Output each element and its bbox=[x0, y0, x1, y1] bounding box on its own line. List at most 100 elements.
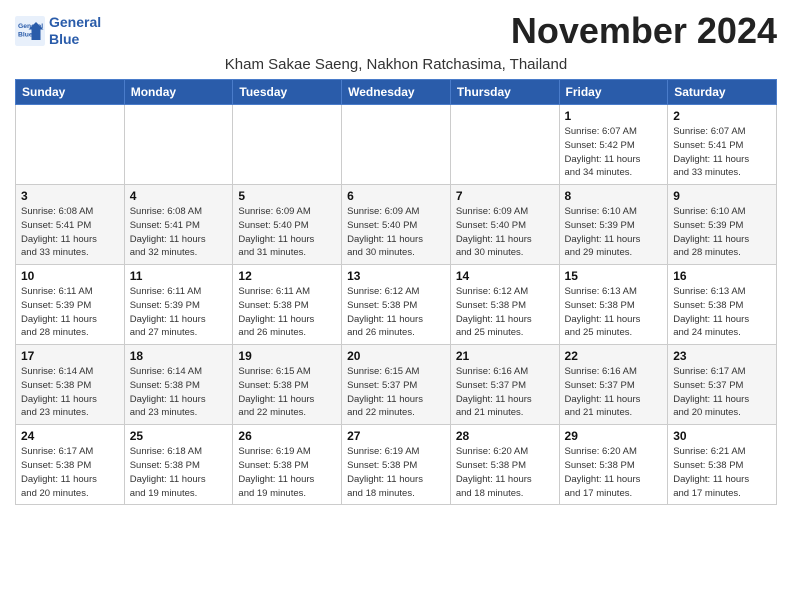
day-number: 9 bbox=[673, 189, 771, 203]
day-cell: 26 Sunrise: 6:19 AM Sunset: 5:38 PM Dayli… bbox=[233, 425, 342, 505]
day-number: 25 bbox=[130, 429, 228, 443]
day-info: Sunrise: 6:08 AM Sunset: 5:41 PM Dayligh… bbox=[130, 205, 228, 260]
day-info: Sunrise: 6:19 AM Sunset: 5:38 PM Dayligh… bbox=[238, 445, 336, 500]
day-info: Sunrise: 6:15 AM Sunset: 5:37 PM Dayligh… bbox=[347, 365, 445, 420]
day-number: 6 bbox=[347, 189, 445, 203]
calendar-body: 1 Sunrise: 6:07 AM Sunset: 5:42 PM Daylig… bbox=[16, 105, 777, 505]
svg-text:Blue: Blue bbox=[18, 31, 33, 38]
day-cell: 14 Sunrise: 6:12 AM Sunset: 5:38 PM Dayli… bbox=[450, 265, 559, 345]
day-info: Sunrise: 6:18 AM Sunset: 5:38 PM Dayligh… bbox=[130, 445, 228, 500]
day-number: 4 bbox=[130, 189, 228, 203]
day-cell: 15Sunrise: 6:13 AM Sunset: 5:38 PM Dayli… bbox=[559, 265, 668, 345]
logo-text-general: General bbox=[49, 14, 101, 31]
day-number: 26 bbox=[238, 429, 336, 443]
day-cell: 23Sunrise: 6:17 AM Sunset: 5:37 PM Dayli… bbox=[668, 345, 777, 425]
day-cell: 28 Sunrise: 6:20 AM Sunset: 5:38 PM Dayli… bbox=[450, 425, 559, 505]
weekday-header-wednesday: Wednesday bbox=[342, 80, 451, 105]
day-cell bbox=[233, 105, 342, 185]
day-info: Sunrise: 6:10 AM Sunset: 5:39 PM Dayligh… bbox=[673, 205, 771, 260]
day-number: 3 bbox=[21, 189, 119, 203]
day-number: 7 bbox=[456, 189, 554, 203]
day-info: Sunrise: 6:20 AM Sunset: 5:38 PM Dayligh… bbox=[456, 445, 554, 500]
day-info: Sunrise: 6:15 AM Sunset: 5:38 PM Dayligh… bbox=[238, 365, 336, 420]
day-info: Sunrise: 6:10 AM Sunset: 5:39 PM Dayligh… bbox=[565, 205, 663, 260]
weekday-header-thursday: Thursday bbox=[450, 80, 559, 105]
logo-icon: General Blue bbox=[15, 16, 45, 46]
day-cell: 21Sunrise: 6:16 AM Sunset: 5:37 PM Dayli… bbox=[450, 345, 559, 425]
day-cell: 5 Sunrise: 6:09 AM Sunset: 5:40 PM Daylig… bbox=[233, 185, 342, 265]
day-cell: 17 Sunrise: 6:14 AM Sunset: 5:38 PM Dayli… bbox=[16, 345, 125, 425]
day-info: Sunrise: 6:09 AM Sunset: 5:40 PM Dayligh… bbox=[238, 205, 336, 260]
day-number: 19 bbox=[238, 349, 336, 363]
day-cell: 27 Sunrise: 6:19 AM Sunset: 5:38 PM Dayli… bbox=[342, 425, 451, 505]
weekday-header-saturday: Saturday bbox=[668, 80, 777, 105]
weekday-header-row: SundayMondayTuesdayWednesdayThursdayFrid… bbox=[16, 80, 777, 105]
week-row-4: 17 Sunrise: 6:14 AM Sunset: 5:38 PM Dayli… bbox=[16, 345, 777, 425]
day-cell: 29 Sunrise: 6:20 AM Sunset: 5:38 PM Dayli… bbox=[559, 425, 668, 505]
weekday-header-sunday: Sunday bbox=[16, 80, 125, 105]
day-number: 14 bbox=[456, 269, 554, 283]
day-info: Sunrise: 6:19 AM Sunset: 5:38 PM Dayligh… bbox=[347, 445, 445, 500]
day-cell: 30Sunrise: 6:21 AM Sunset: 5:38 PM Dayli… bbox=[668, 425, 777, 505]
day-info: Sunrise: 6:07 AM Sunset: 5:42 PM Dayligh… bbox=[565, 125, 663, 180]
day-number: 13 bbox=[347, 269, 445, 283]
week-row-3: 10 Sunrise: 6:11 AM Sunset: 5:39 PM Dayli… bbox=[16, 265, 777, 345]
day-cell: 4 Sunrise: 6:08 AM Sunset: 5:41 PM Daylig… bbox=[124, 185, 233, 265]
day-info: Sunrise: 6:08 AM Sunset: 5:41 PM Dayligh… bbox=[21, 205, 119, 260]
logo-text-blue: Blue bbox=[49, 31, 101, 48]
day-number: 2 bbox=[673, 109, 771, 123]
day-info: Sunrise: 6:11 AM Sunset: 5:38 PM Dayligh… bbox=[238, 285, 336, 340]
day-info: Sunrise: 6:11 AM Sunset: 5:39 PM Dayligh… bbox=[21, 285, 119, 340]
day-cell: 13 Sunrise: 6:12 AM Sunset: 5:38 PM Dayli… bbox=[342, 265, 451, 345]
day-cell bbox=[16, 105, 125, 185]
day-info: Sunrise: 6:09 AM Sunset: 5:40 PM Dayligh… bbox=[347, 205, 445, 260]
day-number: 20 bbox=[347, 349, 445, 363]
day-number: 24 bbox=[21, 429, 119, 443]
day-number: 5 bbox=[238, 189, 336, 203]
weekday-header-tuesday: Tuesday bbox=[233, 80, 342, 105]
day-cell: 11Sunrise: 6:11 AM Sunset: 5:39 PM Dayli… bbox=[124, 265, 233, 345]
day-cell: 7 Sunrise: 6:09 AM Sunset: 5:40 PM Daylig… bbox=[450, 185, 559, 265]
day-number: 29 bbox=[565, 429, 663, 443]
day-info: Sunrise: 6:07 AM Sunset: 5:41 PM Dayligh… bbox=[673, 125, 771, 180]
day-info: Sunrise: 6:16 AM Sunset: 5:37 PM Dayligh… bbox=[565, 365, 663, 420]
day-info: Sunrise: 6:09 AM Sunset: 5:40 PM Dayligh… bbox=[456, 205, 554, 260]
logo: General Blue General Blue bbox=[15, 14, 101, 48]
week-row-5: 24 Sunrise: 6:17 AM Sunset: 5:38 PM Dayli… bbox=[16, 425, 777, 505]
day-cell bbox=[342, 105, 451, 185]
weekday-header-monday: Monday bbox=[124, 80, 233, 105]
day-cell: 19 Sunrise: 6:15 AM Sunset: 5:38 PM Dayli… bbox=[233, 345, 342, 425]
day-number: 30 bbox=[673, 429, 771, 443]
day-number: 27 bbox=[347, 429, 445, 443]
day-cell bbox=[124, 105, 233, 185]
day-info: Sunrise: 6:20 AM Sunset: 5:38 PM Dayligh… bbox=[565, 445, 663, 500]
day-info: Sunrise: 6:12 AM Sunset: 5:38 PM Dayligh… bbox=[347, 285, 445, 340]
day-number: 18 bbox=[130, 349, 228, 363]
day-number: 17 bbox=[21, 349, 119, 363]
day-cell: 6 Sunrise: 6:09 AM Sunset: 5:40 PM Daylig… bbox=[342, 185, 451, 265]
day-number: 11 bbox=[130, 269, 228, 283]
month-title: November 2024 bbox=[511, 10, 777, 52]
day-number: 1 bbox=[565, 109, 663, 123]
day-cell: 9 Sunrise: 6:10 AM Sunset: 5:39 PM Daylig… bbox=[668, 185, 777, 265]
day-cell: 8Sunrise: 6:10 AM Sunset: 5:39 PM Daylig… bbox=[559, 185, 668, 265]
day-cell: 2 Sunrise: 6:07 AM Sunset: 5:41 PM Daylig… bbox=[668, 105, 777, 185]
day-cell bbox=[450, 105, 559, 185]
day-cell: 3 Sunrise: 6:08 AM Sunset: 5:41 PM Daylig… bbox=[16, 185, 125, 265]
day-number: 10 bbox=[21, 269, 119, 283]
day-cell: 25 Sunrise: 6:18 AM Sunset: 5:38 PM Dayli… bbox=[124, 425, 233, 505]
day-number: 28 bbox=[456, 429, 554, 443]
day-number: 22 bbox=[565, 349, 663, 363]
weekday-header-friday: Friday bbox=[559, 80, 668, 105]
location-subtitle: Kham Sakae Saeng, Nakhon Ratchasima, Tha… bbox=[15, 56, 777, 73]
day-info: Sunrise: 6:16 AM Sunset: 5:37 PM Dayligh… bbox=[456, 365, 554, 420]
day-info: Sunrise: 6:14 AM Sunset: 5:38 PM Dayligh… bbox=[21, 365, 119, 420]
day-cell: 24 Sunrise: 6:17 AM Sunset: 5:38 PM Dayli… bbox=[16, 425, 125, 505]
day-info: Sunrise: 6:17 AM Sunset: 5:38 PM Dayligh… bbox=[21, 445, 119, 500]
day-info: Sunrise: 6:13 AM Sunset: 5:38 PM Dayligh… bbox=[565, 285, 663, 340]
calendar-table: SundayMondayTuesdayWednesdayThursdayFrid… bbox=[15, 79, 777, 505]
day-info: Sunrise: 6:12 AM Sunset: 5:38 PM Dayligh… bbox=[456, 285, 554, 340]
day-info: Sunrise: 6:14 AM Sunset: 5:38 PM Dayligh… bbox=[130, 365, 228, 420]
day-number: 12 bbox=[238, 269, 336, 283]
day-cell: 22 Sunrise: 6:16 AM Sunset: 5:37 PM Dayli… bbox=[559, 345, 668, 425]
